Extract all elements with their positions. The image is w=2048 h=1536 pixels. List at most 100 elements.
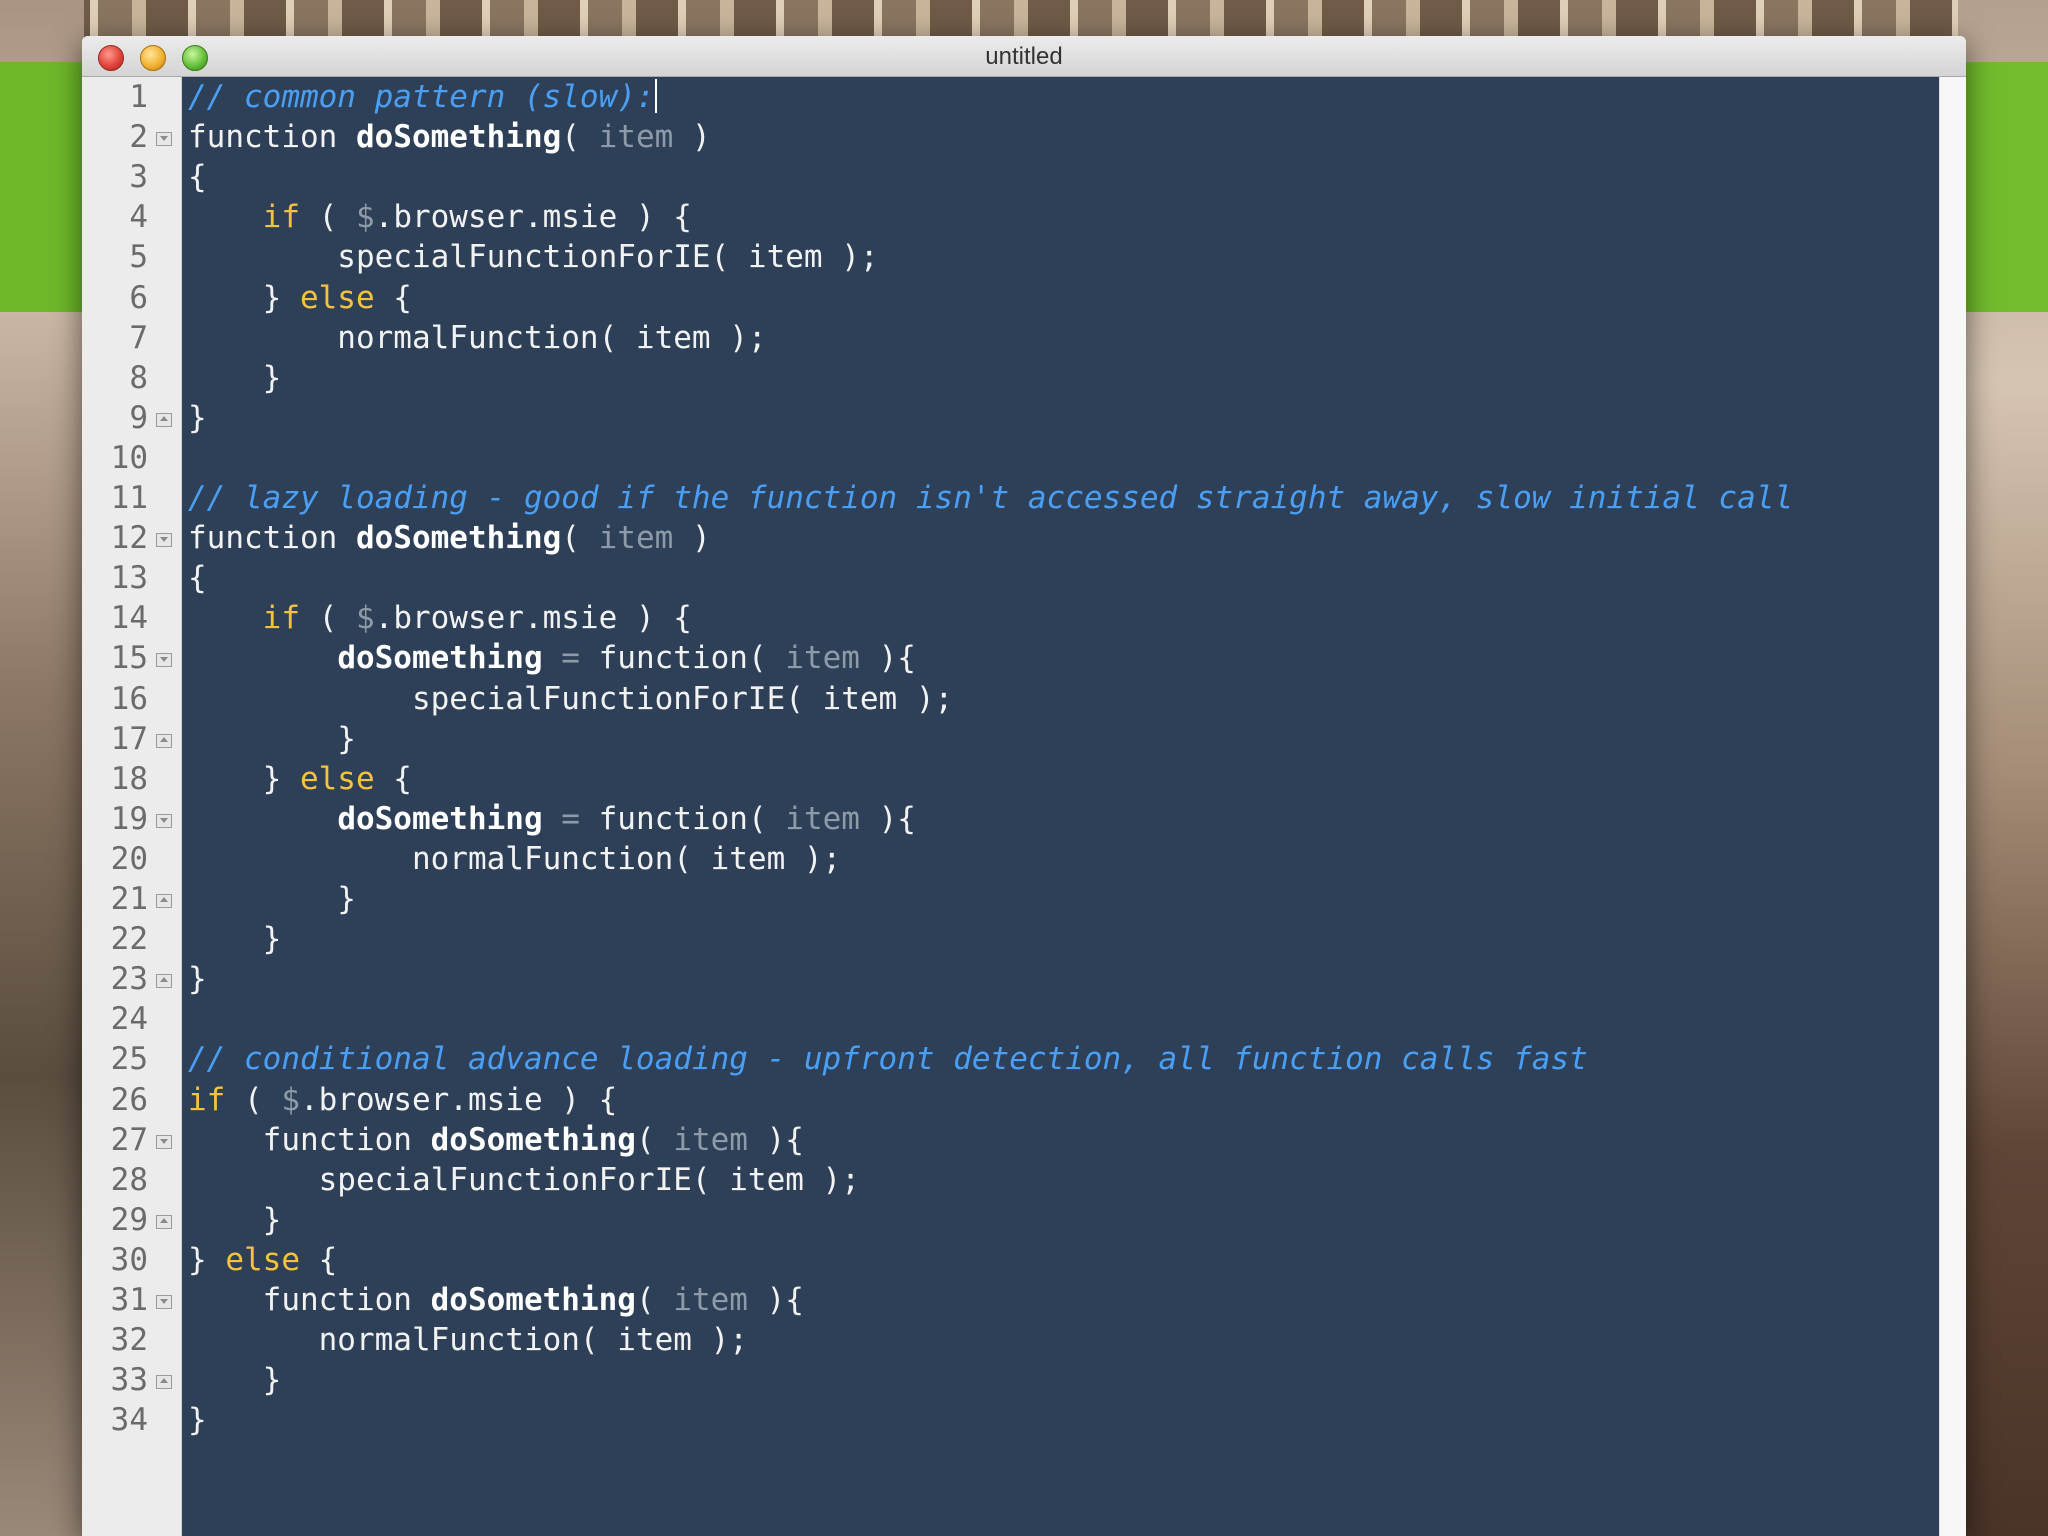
code-token: item: [673, 1282, 748, 1318]
code-token: if: [262, 600, 300, 637]
line-number: 2: [129, 119, 148, 156]
line-number: 28: [110, 1161, 148, 1198]
code-token: (: [561, 520, 599, 557]
code-line[interactable]: }: [188, 959, 207, 999]
code-line[interactable]: } else {: [188, 278, 412, 318]
code-line[interactable]: // conditional advance loading - upfront…: [188, 1039, 1588, 1079]
code-line[interactable]: function doSomething( item ){: [188, 1280, 804, 1320]
code-line[interactable]: }: [188, 719, 356, 759]
fold-marker-icon[interactable]: [156, 653, 172, 668]
code-token: doSomething: [430, 1121, 636, 1158]
code-token: }: [188, 961, 207, 998]
code-line[interactable]: // lazy loading - good if the function i…: [188, 478, 1793, 518]
line-number: 23: [110, 961, 148, 998]
desktop-green-band-right: [1958, 62, 2048, 312]
title-bar[interactable]: untitled: [82, 36, 1966, 77]
line-number-gutter[interactable]: 1 2 3 4 5 6 7 8 9 10 11 12 13 14 15 16 17 18 19 20 21 22 23 24 2…: [82, 77, 182, 1536]
code-token: {: [374, 760, 412, 797]
line-number: 33: [110, 1362, 148, 1399]
line-number: 5: [129, 239, 148, 276]
code-line[interactable]: }: [188, 1400, 207, 1440]
code-token: {: [188, 560, 207, 597]
code-line[interactable]: }: [188, 398, 207, 438]
code-line[interactable]: function doSomething( item ): [188, 117, 711, 157]
code-token: item: [785, 640, 860, 677]
code-line[interactable]: if ( $.browser.msie ) {: [188, 197, 692, 237]
fold-marker-icon[interactable]: [156, 974, 172, 989]
code-token: $: [355, 600, 375, 637]
code-token: function(: [579, 640, 786, 677]
line-number: 14: [110, 600, 148, 637]
line-number: 9: [129, 399, 148, 436]
code-line[interactable]: normalFunction( item );: [188, 839, 841, 879]
line-number: 20: [110, 840, 148, 877]
code-token: // common pattern (slow):: [188, 79, 655, 115]
code-token: }: [188, 1201, 282, 1238]
fold-marker-icon[interactable]: [156, 1134, 172, 1149]
fold-marker-icon[interactable]: [156, 1375, 172, 1390]
line-number: 24: [110, 1001, 148, 1038]
line-number: 3: [129, 159, 148, 196]
code-line[interactable]: }: [188, 358, 282, 398]
code-token: normalFunction( item );: [188, 840, 842, 877]
code-line[interactable]: if ( $.browser.msie ) {: [188, 1080, 617, 1120]
code-line[interactable]: }: [188, 879, 356, 919]
line-number: 34: [110, 1402, 148, 1439]
code-line[interactable]: {: [188, 558, 207, 598]
code-line[interactable]: } else {: [188, 759, 412, 799]
fold-marker-icon[interactable]: [156, 1295, 172, 1309]
fold-marker-icon[interactable]: [156, 1214, 172, 1229]
code-line[interactable]: normalFunction( item );: [188, 318, 767, 358]
desktop-background-top: [0, 0, 2048, 40]
code-line[interactable]: // common pattern (slow):: [188, 77, 657, 117]
code-line[interactable]: specialFunctionForIE( item );: [188, 679, 953, 719]
code-token: .browser.msie ) {: [300, 1081, 618, 1118]
vertical-scrollbar[interactable]: [1939, 77, 1966, 1536]
code-token: doSomething: [355, 520, 562, 557]
code-line[interactable]: function doSomething( item ): [188, 518, 711, 558]
code-token: item: [785, 800, 860, 837]
code-line[interactable]: {: [188, 157, 207, 197]
code-token: function: [188, 119, 356, 156]
code-line[interactable]: doSomething = function( item ){: [188, 638, 916, 678]
code-line[interactable]: } else {: [188, 1240, 337, 1280]
code-token: (: [299, 199, 356, 236]
code-line[interactable]: }: [188, 919, 282, 959]
code-token: {: [299, 1241, 338, 1278]
code-line[interactable]: function doSomething( item ){: [188, 1120, 804, 1160]
code-line[interactable]: specialFunctionForIE( item );: [188, 1160, 860, 1200]
code-token: }: [188, 760, 300, 797]
line-number: 11: [110, 480, 148, 516]
code-editor[interactable]: // common pattern (slow): function doSome…: [182, 77, 1939, 1536]
code-token: =: [561, 800, 580, 837]
code-line[interactable]: if ( $.browser.msie ) {: [188, 598, 692, 638]
code-token: }: [188, 1241, 226, 1278]
fold-marker-icon[interactable]: [156, 733, 172, 748]
code-line[interactable]: }: [188, 1200, 282, 1240]
code-token: normalFunction( item );: [188, 319, 767, 356]
code-token: }: [188, 279, 300, 316]
code-line[interactable]: specialFunctionForIE( item );: [188, 237, 878, 277]
line-number: 30: [110, 1241, 148, 1278]
fold-marker-icon[interactable]: [156, 894, 172, 908]
code-token: (: [635, 1282, 674, 1318]
line-number: 32: [110, 1322, 148, 1359]
fold-marker-icon[interactable]: [156, 813, 172, 828]
code-token: ): [673, 520, 711, 557]
code-line[interactable]: doSomething = function( item ){: [188, 799, 916, 839]
line-number: 19: [110, 800, 148, 837]
code-line[interactable]: normalFunction( item );: [188, 1320, 748, 1360]
line-number: 29: [110, 1201, 148, 1238]
fold-marker-icon[interactable]: [156, 132, 172, 147]
code-token: function: [188, 1121, 431, 1158]
fold-marker-icon[interactable]: [156, 412, 172, 427]
code-token: ): [673, 119, 711, 156]
line-number: 8: [129, 359, 148, 396]
code-token: ){: [859, 800, 916, 837]
code-line[interactable]: }: [188, 1360, 282, 1400]
fold-marker-icon[interactable]: [156, 533, 172, 548]
